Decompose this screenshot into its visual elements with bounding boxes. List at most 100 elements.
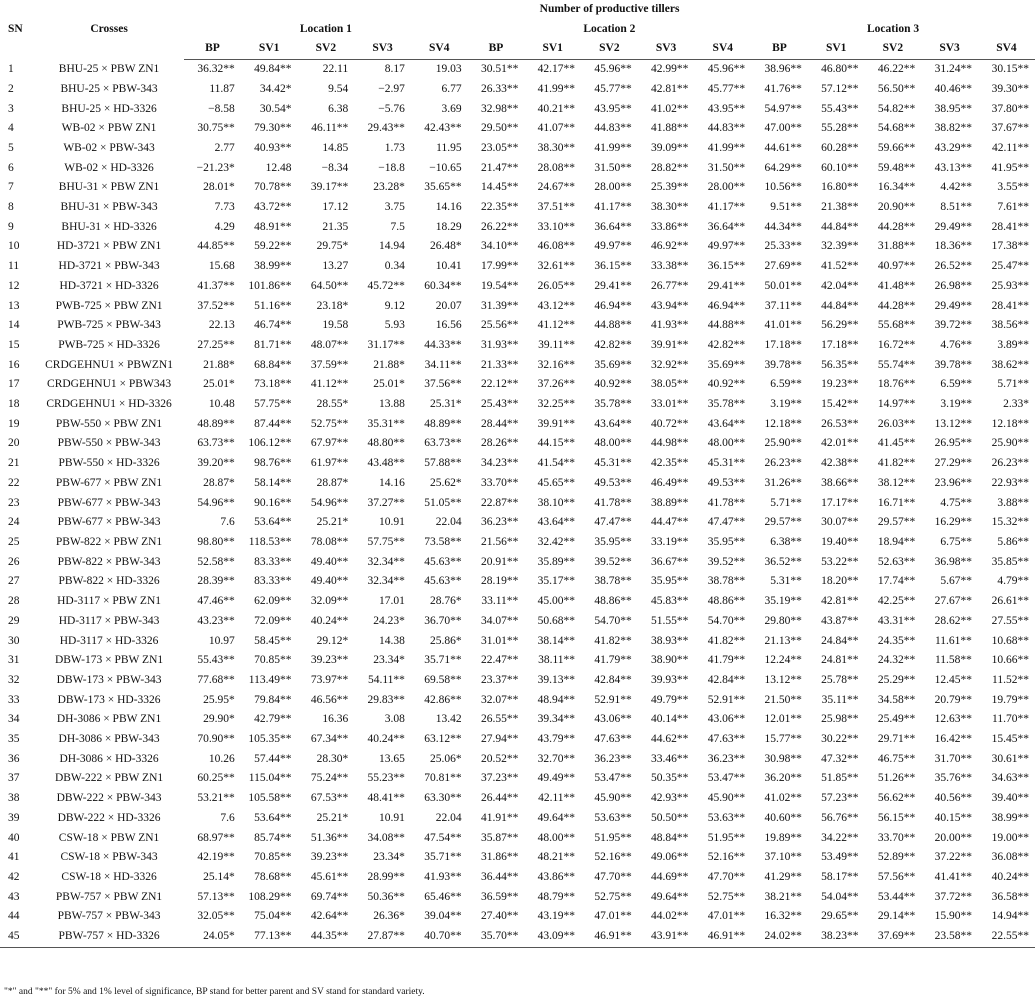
- value-cell: 41.52**: [821, 260, 859, 273]
- sn-cell: 40: [8, 831, 20, 844]
- value-cell: 33.46**: [651, 752, 689, 765]
- value-cell: 34.42*: [259, 82, 292, 95]
- value-cell: 21.35: [322, 220, 349, 233]
- value-cell: 26.03**: [877, 417, 916, 430]
- value-cell: 55.74**: [877, 358, 916, 371]
- value-cell: 5.86**: [997, 535, 1029, 548]
- value-cell: 30.51**: [480, 63, 519, 76]
- value-cell: 45.65**: [537, 476, 576, 489]
- cross-cell: CSW-18 × HD-3326: [61, 870, 157, 883]
- value-cell: 49.79**: [651, 693, 689, 706]
- value-cell: 54.96**: [197, 496, 235, 509]
- value-cell: 39.11**: [538, 338, 576, 351]
- value-cell: 14.97**: [877, 398, 916, 411]
- value-cell: 41.93**: [651, 319, 689, 332]
- sn-cell: 16: [8, 358, 20, 371]
- value-cell: 54.04**: [821, 890, 859, 903]
- value-cell: 28.30*: [316, 752, 349, 765]
- value-cell: 67.53**: [310, 792, 349, 805]
- value-cell: 26.23**: [991, 457, 1029, 470]
- value-cell: 90.16**: [254, 496, 292, 509]
- value-cell: 98.76**: [254, 457, 292, 470]
- value-cell: 27.94**: [480, 733, 519, 746]
- value-cell: 77.13**: [240, 927, 298, 948]
- value-cell: 44.61**: [764, 141, 802, 154]
- value-cell: 15.45**: [991, 733, 1029, 746]
- cross-cell: BHU-25 × HD-3326: [61, 102, 157, 115]
- value-cell: 17.12: [322, 201, 349, 214]
- table-row: 8 BHU-31 × PBW-343 7.73 43.72** 17.12 3.75 14.…: [0, 198, 1035, 218]
- value-cell: 79.30**: [254, 122, 292, 135]
- value-cell: 39.23**: [310, 851, 349, 864]
- table-row: 21 PBW-550 × HD-3326 39.20** 98.76** 61.97**…: [0, 454, 1035, 474]
- value-cell: 36.52**: [764, 555, 802, 568]
- value-cell: 39.30**: [991, 82, 1029, 95]
- value-cell: 19.79**: [991, 693, 1029, 706]
- value-cell: 25.01*: [373, 378, 405, 391]
- value-cell: 44.62**: [651, 733, 689, 746]
- value-cell: 68.84**: [254, 358, 292, 371]
- value-cell: 46.11**: [311, 122, 349, 135]
- value-cell: 49.97**: [594, 240, 632, 253]
- table-row: 4 WB-02 × PBW ZN1 30.75** 79.30** 46.11** 29.…: [0, 119, 1035, 139]
- value-cell: 42.11**: [992, 141, 1029, 154]
- value-cell: 42.82**: [594, 338, 632, 351]
- value-cell: 27.67**: [934, 595, 972, 608]
- value-cell: 4.76**: [940, 338, 972, 351]
- sn-cell: 13: [8, 299, 20, 312]
- value-cell: 37.27**: [367, 496, 405, 509]
- cross-cell: DH-3086 × PBW-343: [58, 733, 160, 746]
- value-cell: 32.34**: [367, 555, 405, 568]
- value-cell: 31.93**: [480, 338, 519, 351]
- value-cell: 67.97**: [310, 437, 349, 450]
- cross-cell: DH-3086 × PBW ZN1: [56, 713, 162, 726]
- sn-cell: 27: [8, 575, 20, 588]
- table-row: 45 PBW-757 × HD-3326 24.05* 77.13** 44.35** 2…: [0, 927, 1035, 948]
- subcol-header: SV1: [524, 39, 582, 61]
- value-cell: 40.14**: [651, 713, 689, 726]
- value-cell: 32.70**: [537, 752, 576, 765]
- value-cell: 41.41**: [934, 870, 972, 883]
- sn-cell: 29: [8, 614, 20, 627]
- value-cell: 83.33**: [254, 555, 292, 568]
- value-cell: 28.19**: [480, 575, 519, 588]
- value-cell: 4.29: [214, 220, 235, 233]
- value-cell: 39.52**: [707, 555, 746, 568]
- value-cell: 53.63**: [707, 811, 746, 824]
- value-cell: 41.79**: [707, 654, 746, 667]
- value-cell: 38.30**: [537, 141, 576, 154]
- subcol-header: SV2: [297, 39, 355, 61]
- value-cell: 25.56**: [480, 319, 519, 332]
- sn-cell: 39: [8, 811, 20, 824]
- value-cell: 38.10**: [537, 496, 576, 509]
- value-cell: 24.23*: [373, 614, 405, 627]
- value-cell: 19.00**: [991, 831, 1029, 844]
- cross-cell: DBW-173 × PBW-343: [56, 673, 162, 686]
- value-cell: 11.95: [436, 141, 462, 154]
- value-cell: 35.87**: [480, 831, 519, 844]
- table-row: 39 DBW-222 × HD-3326 7.6 53.64** 25.21* 10.91…: [0, 809, 1035, 829]
- value-cell: 55.23**: [367, 772, 405, 785]
- value-cell: 49.40**: [310, 555, 349, 568]
- value-cell: 40.24**: [367, 733, 405, 746]
- sn-cell: 14: [8, 319, 20, 332]
- value-cell: 33.10**: [537, 220, 576, 233]
- value-cell: 49.40**: [310, 575, 349, 588]
- value-cell: 27.25**: [197, 338, 235, 351]
- value-cell: 32.34**: [367, 575, 405, 588]
- value-cell: 21.56**: [480, 535, 519, 548]
- value-cell: 48.00**: [594, 437, 632, 450]
- value-cell: 41.93**: [424, 870, 462, 883]
- value-cell: 23.58**: [921, 927, 978, 948]
- value-cell: 13.65: [379, 752, 405, 765]
- value-cell: 60.25**: [197, 772, 235, 785]
- subcol-header: SV4: [694, 39, 752, 61]
- value-cell: 42.17**: [537, 63, 576, 76]
- value-cell: 52.91**: [707, 693, 746, 706]
- value-cell: 11.61**: [934, 634, 972, 647]
- cross-cell: PBW-550 × HD-3326: [58, 457, 160, 470]
- value-cell: 10.56**: [764, 181, 802, 194]
- value-cell: 40.56**: [934, 792, 972, 805]
- sn-cell: 19: [8, 417, 20, 430]
- sn-cell: 3: [8, 102, 14, 115]
